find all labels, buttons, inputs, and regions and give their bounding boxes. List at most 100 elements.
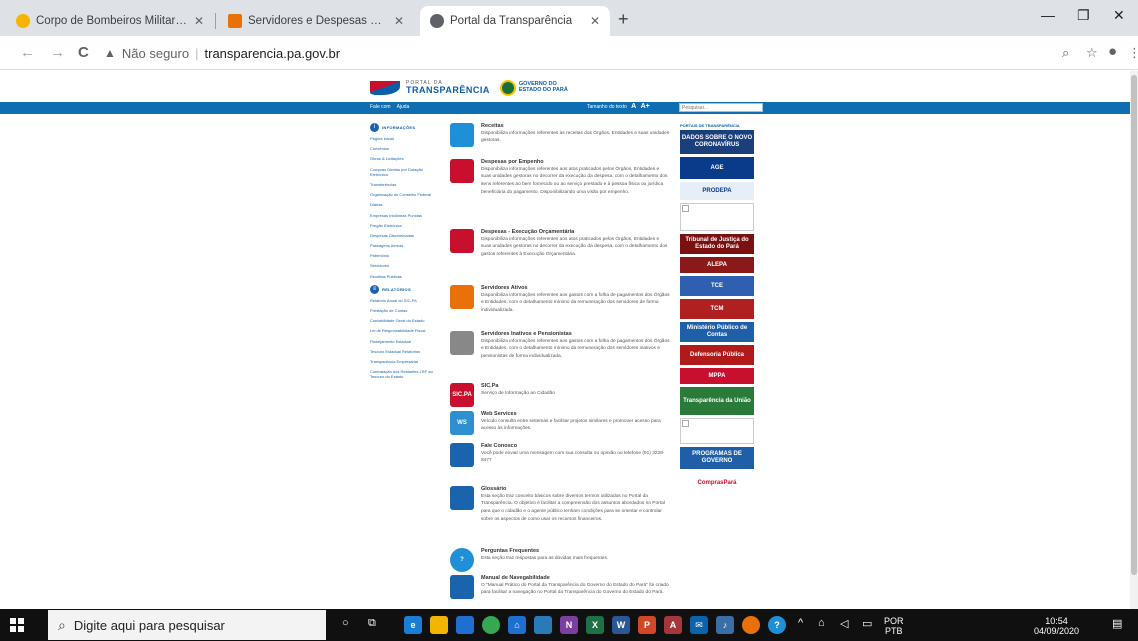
zoom-icon[interactable]: ⌕: [1062, 45, 1069, 61]
windows-start-icon[interactable]: [10, 618, 24, 632]
portal-banner[interactable]: ALEPA: [680, 257, 754, 273]
entry-title[interactable]: Servidores Ativos: [481, 285, 670, 292]
content-entry[interactable]: Servidores Ativos Disponibiliza informaçõ…: [448, 285, 670, 315]
show-hidden-icons-icon[interactable]: ^: [798, 617, 803, 629]
close-window-button[interactable]: ✕: [1113, 7, 1125, 24]
onenote-app-icon[interactable]: N: [560, 616, 578, 634]
chrome-app-icon[interactable]: [482, 616, 500, 634]
language-indicator[interactable]: POR PTB: [884, 616, 904, 637]
nav-item-info[interactable]: Compras Diretas por Dotação Eletrônica: [370, 167, 438, 177]
mail-app-icon[interactable]: ✉: [690, 616, 708, 634]
nav-item-report[interactable]: Transparência Empresarial: [370, 359, 438, 364]
taskbar-search-input[interactable]: ⌕ Digite aqui para pesquisar: [48, 610, 326, 640]
font-decrease-button[interactable]: A: [631, 103, 636, 110]
entry-title[interactable]: Glossário: [481, 486, 670, 493]
nav-item-info[interactable]: Empresas Inidôneas Punidas: [370, 213, 438, 218]
notifications-icon[interactable]: ▤: [1112, 617, 1122, 630]
nav-item-info[interactable]: Despesas Discriminadas: [370, 233, 438, 238]
menu-icon[interactable]: ⋮: [1128, 45, 1138, 61]
new-tab-button[interactable]: +: [618, 9, 629, 30]
network-icon[interactable]: ⌂: [818, 617, 825, 629]
word-app-icon[interactable]: W: [612, 616, 630, 634]
content-entry[interactable]: Despesas por Empenho Disponibiliza inform…: [448, 159, 670, 196]
entry-title[interactable]: Servidores Inativos e Pensionistas: [481, 331, 670, 338]
clock[interactable]: 10:54 04/09/2020: [1034, 616, 1079, 637]
portal-banner[interactable]: TCM: [680, 299, 754, 319]
nav-item-info[interactable]: Patrimônio: [370, 253, 438, 258]
portal-banner[interactable]: Defensoria Pública: [680, 345, 754, 365]
portal-banner[interactable]: PRODEPA: [680, 182, 754, 200]
nav-item-info[interactable]: Organização do Conselho Federal: [370, 192, 438, 197]
scrollbar-thumb[interactable]: [1131, 75, 1137, 575]
topbar-link[interactable]: Fale com: [370, 104, 391, 110]
entry-title[interactable]: Receitas: [481, 123, 670, 130]
nav-item-report[interactable]: Relatório Anual do SIC-PA: [370, 298, 438, 303]
portal-banner[interactable]: Transparência da União: [680, 387, 754, 415]
chrome-running-icon[interactable]: [742, 616, 760, 634]
store-app-icon[interactable]: [456, 616, 474, 634]
content-entry[interactable]: Fale Conosco Você pode enviar uma mensage…: [448, 443, 670, 467]
portal-banner[interactable]: TCE: [680, 276, 754, 296]
entry-title[interactable]: Perguntas Frequentes: [481, 548, 670, 555]
forward-button[interactable]: →: [50, 44, 65, 61]
entry-title[interactable]: SIC.Pa: [481, 383, 670, 390]
content-entry[interactable]: SIC.PA SIC.Pa Serviço de Informação ao Cid…: [448, 383, 670, 407]
close-tab-icon[interactable]: ✕: [584, 14, 600, 28]
warning-icon[interactable]: ▲: [104, 46, 116, 60]
content-entry[interactable]: Receitas Disponibiliza informações refere…: [448, 123, 670, 147]
nav-item-info[interactable]: Servidores: [370, 263, 438, 268]
nav-item-info[interactable]: Convênios: [370, 146, 438, 151]
portal-banner[interactable]: Ministério Público de Contas: [680, 322, 754, 342]
task-view-icon[interactable]: ⧉: [368, 617, 376, 630]
content-entry[interactable]: Glossário Esta seção traz conceito básico…: [448, 486, 670, 523]
home-app-icon[interactable]: ⌂: [508, 616, 526, 634]
address-bar[interactable]: ▲ Não seguro | transparencia.pa.gov.br: [104, 41, 1064, 65]
volume-icon[interactable]: ◁: [840, 617, 848, 630]
page-scrollbar[interactable]: [1130, 71, 1138, 609]
content-entry[interactable]: ? Perguntas Frequentes Esta seção traz res…: [448, 548, 670, 572]
government-logo[interactable]: GOVERNO DO ESTADO DO PARÁ: [499, 80, 568, 96]
nav-item-info[interactable]: Passagens Aéreas: [370, 243, 438, 248]
entry-title[interactable]: Despesas - Execução Orçamentária: [481, 229, 670, 236]
nav-item-info[interactable]: Pregão Eletrônico: [370, 223, 438, 228]
bookmark-star-icon[interactable]: ☆: [1086, 45, 1098, 61]
broken-image-banner[interactable]: [680, 418, 754, 444]
tab-portal-transparencia[interactable]: Portal da Transparência ✕: [420, 6, 610, 36]
portal-banner[interactable]: PROGRAMAS DE GOVERNO: [680, 447, 754, 469]
back-button[interactable]: ←: [20, 44, 35, 61]
topbar-link[interactable]: Ajuda: [397, 104, 410, 110]
content-entry[interactable]: Manual de Navegabilidade O "Manual Prátic…: [448, 575, 670, 599]
portal-banner[interactable]: MPPA: [680, 368, 754, 384]
content-entry[interactable]: WS Web Services Veículo consulta entre sis…: [448, 411, 670, 435]
close-tab-icon[interactable]: ✕: [388, 14, 404, 28]
url-text[interactable]: transparencia.pa.gov.br: [205, 46, 341, 61]
nav-item-info[interactable]: Página Inicial: [370, 136, 438, 141]
keyboard-icon[interactable]: ▭: [862, 617, 872, 630]
content-entry[interactable]: Despesas - Execução Orçamentária Disponib…: [448, 229, 670, 259]
help-app-icon[interactable]: ?: [768, 616, 786, 634]
nav-item-info[interactable]: Obras & Licitações: [370, 156, 438, 161]
profile-icon[interactable]: ●: [1108, 43, 1117, 60]
nav-item-report[interactable]: Lei de Responsabilidade Fiscal: [370, 328, 438, 333]
security-label[interactable]: Não seguro: [122, 46, 189, 61]
nav-item-report[interactable]: Tesouro Estadual Relatórios: [370, 349, 438, 354]
tab-codec[interactable]: Servidores e Despesas – CODEC ✕: [218, 6, 414, 36]
nav-item-info[interactable]: Receitas Públicas: [370, 274, 438, 279]
minimize-button[interactable]: —: [1041, 7, 1055, 23]
edge-app-icon[interactable]: e: [404, 616, 422, 634]
portal-banner[interactable]: Tribunal de Justiça do Estado do Pará: [680, 234, 754, 254]
cortana-icon[interactable]: ○: [342, 617, 349, 629]
portal-banner[interactable]: DADOS SOBRE O NOVO CORONAVÍRUS: [680, 130, 754, 154]
nav-item-info[interactable]: Transferências: [370, 182, 438, 187]
entry-title[interactable]: Fale Conosco: [481, 443, 670, 450]
music-app-icon[interactable]: ♪: [716, 616, 734, 634]
nav-item-info[interactable]: Diárias: [370, 202, 438, 207]
nav-item-report[interactable]: Contratação dos Restantes LRF ao Tesouro…: [370, 369, 438, 379]
nav-item-report[interactable]: Prestação de Contas: [370, 308, 438, 313]
broken-image-banner[interactable]: [680, 203, 754, 231]
tab-bombeiros[interactable]: Corpo de Bombeiros Militar do ✕: [6, 6, 214, 36]
maximize-button[interactable]: ❐: [1077, 7, 1090, 24]
nav-item-report[interactable]: Planejamento Estadual: [370, 339, 438, 344]
font-increase-button[interactable]: A+: [641, 103, 650, 110]
nav-item-report[interactable]: Contabilidade Geral do Estado: [370, 318, 438, 323]
